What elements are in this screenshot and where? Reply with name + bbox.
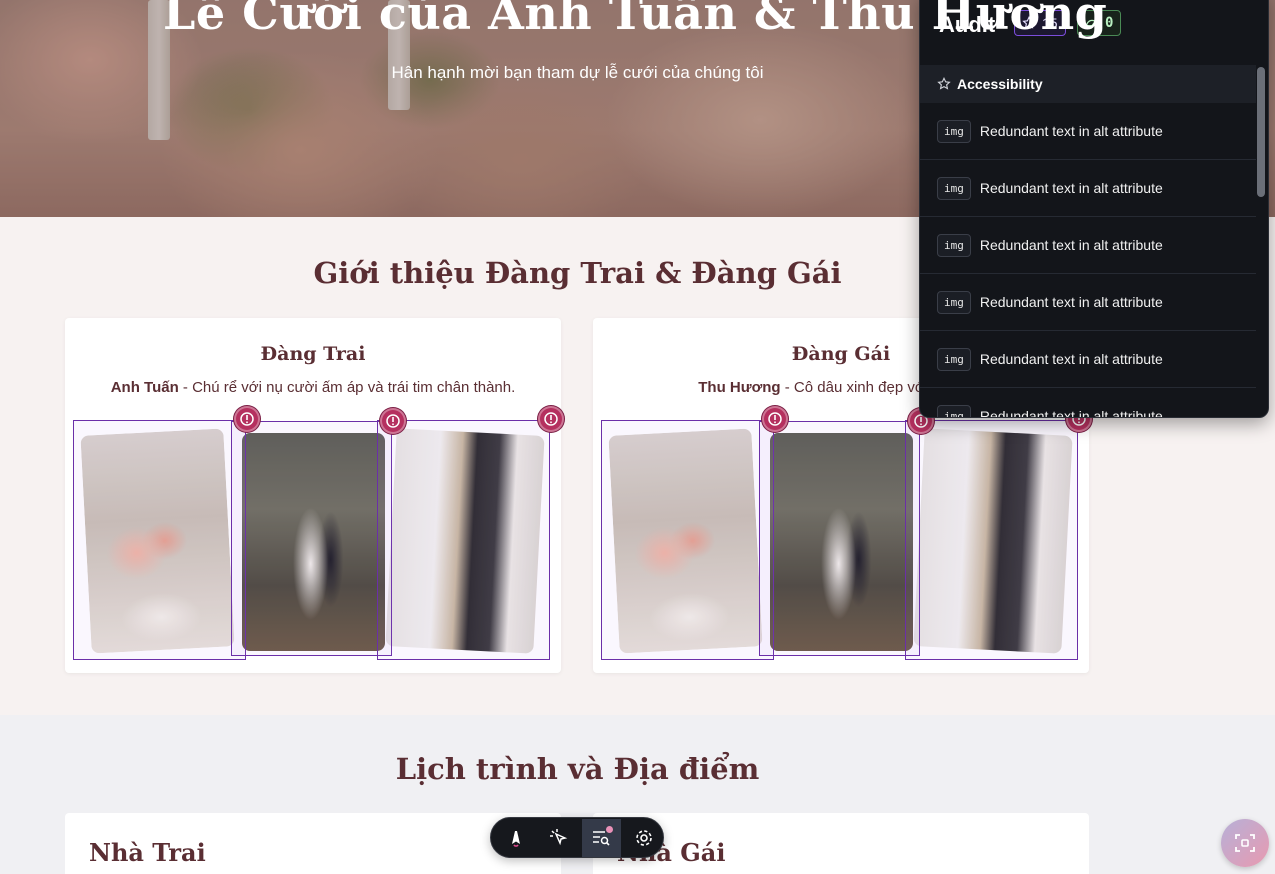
audit-issue-item[interactable]: img Redundant text in alt attribute xyxy=(920,160,1256,217)
audit-warning-icon[interactable] xyxy=(762,406,788,432)
issue-text: Redundant text in alt attribute xyxy=(979,237,1163,253)
inspect-button[interactable] xyxy=(540,819,579,857)
settings-button[interactable] xyxy=(625,819,664,857)
audit-issue-item[interactable]: img Redundant text in alt attribute xyxy=(920,388,1256,418)
astro-menu-button[interactable] xyxy=(497,819,536,857)
audit-warning-icon[interactable] xyxy=(234,406,260,432)
groom-home-card: Nhà Trai xyxy=(65,813,561,874)
inspect-cursor-icon xyxy=(549,828,568,845)
audit-issue-item[interactable]: img Redundant text in alt attribute xyxy=(920,217,1256,274)
groom-description: Anh Tuấn - Chú rể với nụ cười ấm áp và t… xyxy=(65,379,561,396)
issue-text: Redundant text in alt attribute xyxy=(979,123,1163,139)
dev-toolbar xyxy=(490,817,664,858)
groom-text: - Chú rể với nụ cười ấm áp và trái tim c… xyxy=(178,379,516,396)
bride-name: Thu Hương xyxy=(698,379,781,396)
wedding-title: Lễ Cưới của Anh Tuấn & Thu Hương xyxy=(163,0,1108,40)
element-tag: img xyxy=(937,290,971,314)
groom-heading: Đàng Trai xyxy=(260,343,366,365)
audit-highlight-box xyxy=(759,421,920,656)
audit-button[interactable] xyxy=(582,818,621,857)
audit-issue-item[interactable]: img Redundant text in alt attribute xyxy=(920,274,1256,331)
groom-home-heading: Nhà Trai xyxy=(89,838,206,867)
element-tag: img xyxy=(937,176,971,200)
element-tag: img xyxy=(937,233,971,257)
audit-highlight-box xyxy=(601,420,774,660)
schedule-section-title: Lịch trình và Địa điểm xyxy=(395,752,760,786)
audit-highlight-box xyxy=(377,420,550,660)
groom-name: Anh Tuấn xyxy=(110,379,179,396)
audit-warning-icon[interactable] xyxy=(538,406,564,432)
audit-highlight-box xyxy=(905,420,1078,660)
audit-issue-item[interactable]: img Redundant text in alt attribute xyxy=(920,331,1256,388)
audit-highlight-box xyxy=(73,420,246,660)
issue-text: Redundant text in alt attribute xyxy=(979,351,1163,367)
audit-highlight-box xyxy=(231,421,392,656)
bride-home-card: Nhà Gái xyxy=(593,813,1089,874)
element-tag: img xyxy=(937,347,971,371)
element-tag: img xyxy=(937,404,971,417)
settings-gear-icon xyxy=(635,829,652,846)
astro-logo-icon xyxy=(512,830,521,847)
hero-subtitle: Hân hạnh mời bạn tham dự lễ cưới của chú… xyxy=(391,63,764,82)
element-tag: img xyxy=(937,119,971,143)
notification-dot xyxy=(605,825,613,833)
audit-issue-list: img Redundant text in alt attribute img Re… xyxy=(920,103,1256,418)
issue-text: Redundant text in alt attribute xyxy=(979,294,1163,310)
focus-capture-icon xyxy=(1235,834,1255,852)
audit-scrollbar[interactable] xyxy=(1257,67,1265,197)
screenshot-fab-button[interactable] xyxy=(1221,819,1269,867)
audit-issue-item[interactable]: img Redundant text in alt attribute xyxy=(920,103,1256,160)
issue-text: Redundant text in alt attribute xyxy=(979,180,1163,196)
issue-text: Redundant text in alt attribute xyxy=(979,408,1163,418)
audit-warning-icon[interactable] xyxy=(380,408,406,434)
